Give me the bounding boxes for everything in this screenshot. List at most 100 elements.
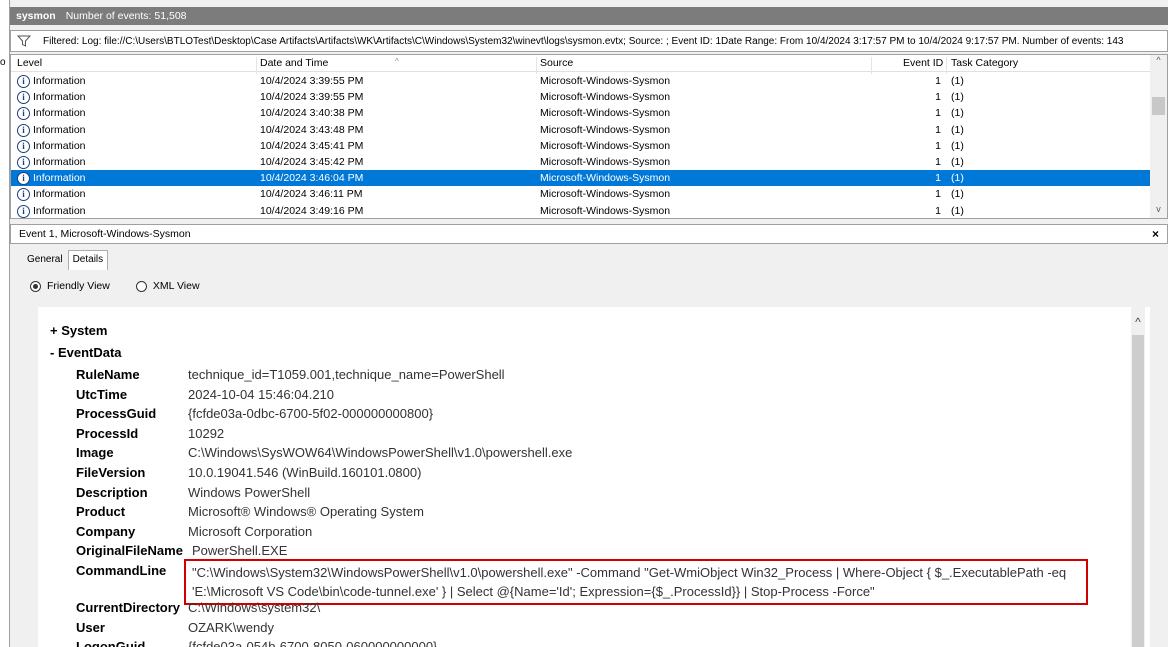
scroll-up-icon[interactable]: ^	[1150, 55, 1167, 69]
info-icon: i	[17, 107, 30, 121]
field-key: OriginalFileName	[76, 543, 183, 559]
cell-level: Information	[33, 75, 86, 87]
event-details-content: + System - EventData RuleName technique_i…	[38, 307, 1150, 647]
table-row[interactable]: i Information 10/4/2024 3:39:55 PM Microsof…	[11, 89, 1151, 105]
field-key: ProcessGuid	[76, 406, 157, 422]
grid-header: Level Date and Time ^ Source Event ID Ta…	[11, 55, 1151, 74]
cell-task-category: (1)	[951, 155, 964, 168]
field-key: Image	[76, 445, 114, 461]
view-options: Friendly View XML View	[30, 280, 200, 292]
cell-event-id: 1	[935, 123, 941, 136]
cell-date: 10/4/2024 3:39:55 PM	[260, 91, 364, 104]
cell-level: Information	[33, 172, 86, 185]
tab-general[interactable]: General	[22, 250, 68, 270]
details-scrollbar[interactable]: ^	[1131, 307, 1145, 647]
table-row[interactable]: i Information 10/4/2024 3:45:42 PM Microsof…	[11, 154, 1151, 170]
tree-node-eventdata[interactable]: - EventData	[50, 345, 122, 360]
cell-source: Microsoft-Windows-Sysmon	[540, 91, 671, 104]
cell-level: Information	[33, 91, 86, 104]
field-value: Windows PowerShell	[188, 484, 311, 500]
filter-icon	[17, 35, 31, 47]
cell-event-id: 1	[935, 188, 941, 201]
cell-date: 10/4/2024 3:40:38 PM	[260, 107, 364, 120]
field-value: Microsoft Corporation	[188, 523, 313, 539]
table-row[interactable]: i Information 10/4/2024 3:46:04 PM Microsof…	[11, 170, 1151, 187]
scroll-track[interactable]	[1132, 335, 1144, 647]
info-icon: i	[17, 75, 30, 88]
event-detail-header: Event 1, Microsoft-Windows-Sysmon ×	[10, 224, 1168, 244]
column-header-event-id[interactable]: Event ID	[903, 57, 943, 69]
column-header-date[interactable]: Date and Time	[260, 57, 328, 69]
cell-date: 10/4/2024 3:46:11 PM	[260, 188, 363, 201]
table-row[interactable]: i Information 10/4/2024 3:46:11 PM Microsof…	[11, 186, 1151, 202]
field-value: C:\Windows\SysWOW64\WindowsPowerShell\v1…	[188, 445, 573, 461]
table-row[interactable]: i Information 10/4/2024 3:39:55 PM Microsof…	[11, 73, 1151, 89]
filter-text: Filtered: Log: file://C:\Users\BTLOTest\…	[43, 35, 1124, 47]
left-pane-edge: o	[0, 0, 10, 647]
info-icon: i	[17, 123, 30, 137]
xml-view-radio[interactable]	[135, 280, 147, 292]
field-key: ProcessId	[76, 425, 139, 441]
field-key: CommandLine	[76, 563, 167, 578]
close-icon[interactable]: ×	[1152, 227, 1159, 241]
field-value: 10.0.19041.546 (WinBuild.160101.0800)	[188, 465, 422, 480]
column-header-level[interactable]: Level	[17, 57, 42, 69]
cell-event-id: 1	[935, 75, 941, 87]
xml-view-label[interactable]: XML View	[153, 280, 200, 292]
cell-source: Microsoft-Windows-Sysmon	[540, 155, 671, 168]
field-value: OZARK\wendy	[188, 619, 274, 635]
detail-tabs: General Details	[22, 250, 109, 270]
event-count: Number of events: 51,508	[65, 10, 187, 22]
field-key: Company	[76, 523, 136, 539]
grid-rows: i Information 10/4/2024 3:39:55 PM Microsof…	[11, 73, 1151, 219]
grid-scrollbar[interactable]: ^ v	[1150, 55, 1167, 218]
cell-source: Microsoft-Windows-Sysmon	[540, 188, 671, 201]
cell-task-category: (1)	[951, 139, 964, 152]
scroll-up-icon[interactable]: ^	[1131, 315, 1145, 329]
table-row[interactable]: i Information 10/4/2024 3:40:38 PM Microsof…	[11, 105, 1151, 121]
cell-task-category: (1)	[951, 204, 964, 217]
event-detail-title: Event 1, Microsoft-Windows-Sysmon	[19, 228, 191, 240]
field-key: LogonGuid	[76, 639, 146, 647]
cell-level: Information	[33, 155, 86, 168]
tab-details[interactable]: Details	[67, 250, 109, 270]
log-titlebar: sysmon Number of events: 51,508	[10, 7, 1168, 25]
table-row[interactable]: i Information 10/4/2024 3:49:16 PM Microsof…	[11, 203, 1151, 219]
log-name: sysmon	[16, 10, 56, 22]
left-pane-fragment: o	[0, 57, 6, 68]
field-value: technique_id=T1059.001,technique_name=Po…	[188, 367, 505, 382]
cell-source: Microsoft-Windows-Sysmon	[540, 139, 671, 152]
column-header-source[interactable]: Source	[540, 57, 573, 69]
info-icon: i	[17, 91, 30, 105]
column-header-task-category[interactable]: Task Category	[951, 57, 1018, 69]
cell-event-id: 1	[935, 155, 941, 168]
info-icon: i	[17, 204, 30, 218]
cell-source: Microsoft-Windows-Sysmon	[540, 204, 671, 217]
friendly-view-label[interactable]: Friendly View	[47, 280, 110, 292]
filter-bar: Filtered: Log: file://C:\Users\BTLOTest\…	[10, 30, 1168, 52]
commandline-line2: 'E:\Microsoft VS Code\bin\code-tunnel.ex…	[192, 584, 875, 599]
cell-level: Information	[33, 204, 86, 217]
field-key: UtcTime	[76, 386, 128, 402]
cell-date: 10/4/2024 3:45:41 PM	[260, 139, 364, 152]
table-row[interactable]: i Information 10/4/2024 3:43:48 PM Microsof…	[11, 122, 1151, 138]
field-value: C:\Windows\system32\	[188, 600, 321, 615]
table-row[interactable]: i Information 10/4/2024 3:45:41 PM Microsof…	[11, 138, 1151, 154]
field-key: Description	[76, 484, 148, 500]
tree-node-system[interactable]: + System	[50, 323, 107, 338]
scroll-down-icon[interactable]: v	[1150, 204, 1167, 218]
cell-source: Microsoft-Windows-Sysmon	[540, 123, 671, 136]
commandline-line1: "C:\Windows\System32\WindowsPowerShell\v…	[192, 565, 1067, 580]
cell-date: 10/4/2024 3:43:48 PM	[260, 123, 364, 136]
field-value: 10292	[188, 425, 225, 441]
cell-task-category: (1)	[951, 91, 964, 104]
events-grid[interactable]: Level Date and Time ^ Source Event ID Ta…	[10, 54, 1168, 219]
cell-level: Information	[33, 123, 86, 136]
cell-event-id: 1	[935, 172, 941, 185]
cell-date: 10/4/2024 3:46:04 PM	[260, 172, 364, 185]
field-key: Product	[76, 504, 126, 520]
cell-date: 10/4/2024 3:39:55 PM	[260, 75, 364, 87]
scroll-thumb[interactable]	[1152, 97, 1165, 115]
friendly-view-radio[interactable]	[30, 280, 41, 292]
cell-level: Information	[33, 107, 86, 120]
